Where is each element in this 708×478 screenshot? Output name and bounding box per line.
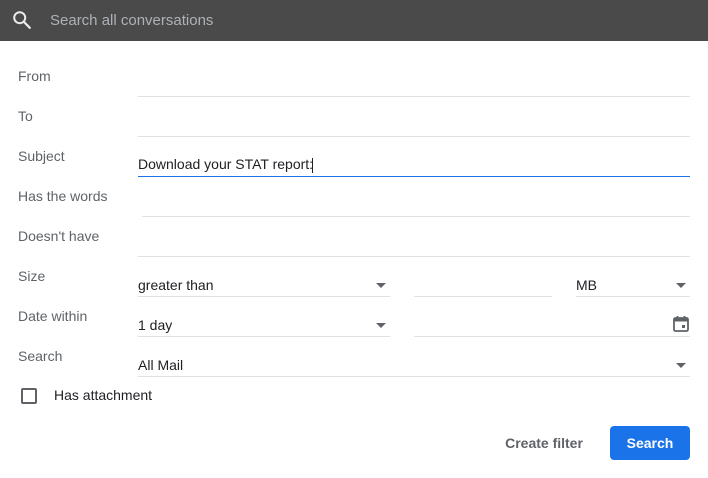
search-icon[interactable] [11,9,33,31]
has-words-row: Has the words [0,176,708,217]
doesnt-have-field[interactable] [138,234,690,254]
from-row: From [0,56,708,97]
advanced-search-form: From To Subject Has the words Doesn't ha… [0,41,708,478]
chevron-down-icon [376,323,386,328]
doesnt-have-row: Doesn't have [0,216,708,257]
chevron-down-icon [376,283,386,288]
text-cursor [312,158,313,173]
doesnt-have-field-wrap [138,220,690,257]
from-field[interactable] [138,74,690,94]
size-unit-select[interactable]: MB [576,260,690,297]
search-in-label: Search [18,348,63,364]
subject-row: Subject [0,136,708,177]
size-operator-value: greater than [138,277,214,293]
date-range-value: 1 day [138,317,173,333]
size-label: Size [18,268,46,284]
top-search-bar [0,0,708,41]
search-in-row: Search All Mail [0,336,708,377]
search-in-select[interactable]: All Mail [138,340,690,377]
subject-field[interactable] [138,154,690,174]
create-filter-button[interactable]: Create filter [494,426,594,460]
subject-label: Subject [18,148,65,164]
size-operator-select[interactable]: greater than [138,260,390,297]
has-words-label: Has the words [18,188,108,204]
has-words-field[interactable] [142,194,690,214]
doesnt-have-label: Doesn't have [18,228,100,244]
chevron-down-icon [676,283,686,288]
date-within-label: Date within [18,308,88,324]
search-button[interactable]: Search [610,426,690,460]
to-field-wrap [138,100,690,137]
chevron-down-icon [676,363,686,368]
from-field-wrap [138,60,690,97]
has-words-field-wrap [142,180,690,217]
to-row: To [0,96,708,137]
date-range-select[interactable]: 1 day [138,300,390,337]
size-row: Size greater than MB [0,256,708,297]
has-attachment-label: Has attachment [54,387,153,403]
calendar-icon[interactable] [672,315,690,333]
size-unit-value: MB [576,277,597,293]
from-label: From [18,68,51,84]
to-field[interactable] [138,114,690,134]
size-amount-field[interactable] [414,260,552,297]
search-in-value: All Mail [138,357,184,373]
search-input[interactable] [50,8,650,32]
date-field[interactable] [414,300,690,337]
has-attachment-checkbox[interactable] [21,388,37,404]
subject-field-wrap [138,140,690,177]
to-label: To [18,108,33,124]
has-attachment-row: Has attachment [0,380,708,412]
date-within-row: Date within 1 day [0,296,708,337]
